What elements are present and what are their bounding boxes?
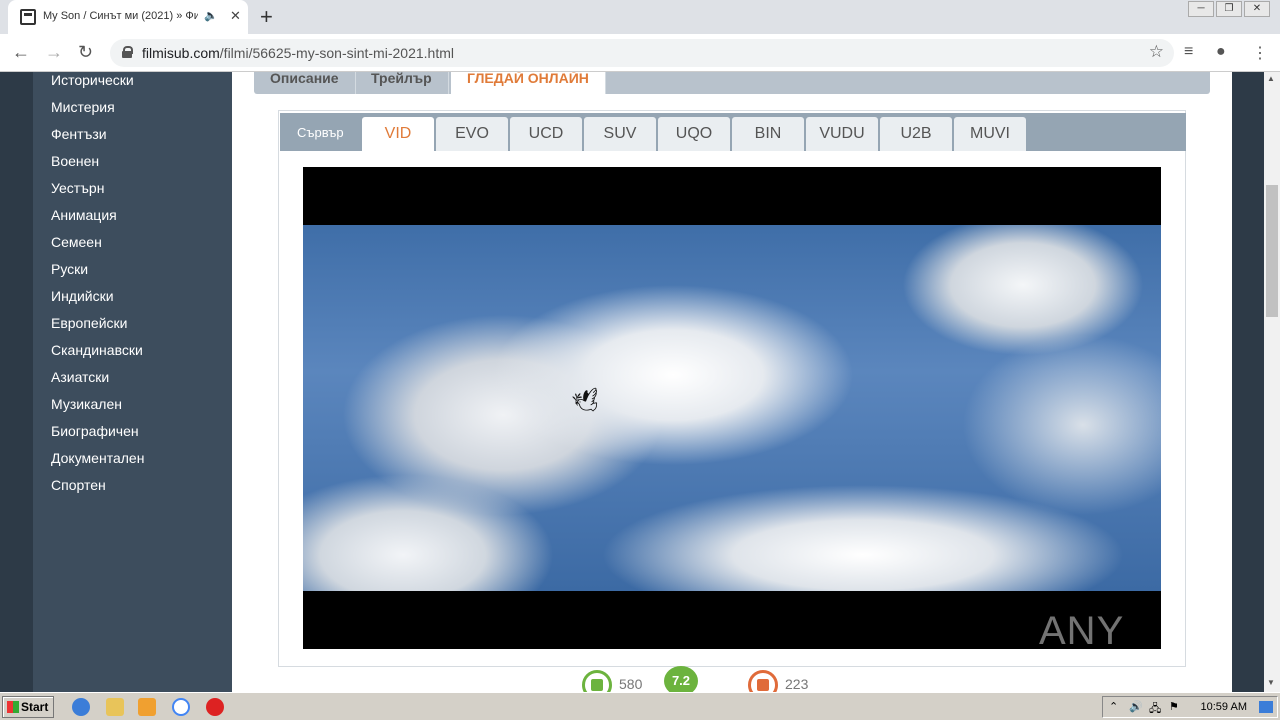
player-box: Сървър VID EVO UCD SUV UQO BIN VUDU U2B … (278, 110, 1186, 667)
genre-list: Исторически Мистерия Фентъзи Военен Уестърн А… (33, 72, 232, 504)
server-tab-bin[interactable]: BIN (732, 117, 804, 151)
server-tab-suv[interactable]: SUV (584, 117, 656, 151)
dislike-count: 223 (785, 676, 809, 692)
start-button[interactable]: Start (2, 696, 54, 718)
close-tab-icon[interactable]: ✕ (230, 8, 241, 24)
server-tab-vudu[interactable]: VUDU (806, 117, 878, 151)
genre-link[interactable]: Мистерия (51, 99, 232, 126)
url-path: /filmi/56625-my-son-sint-mi-2021.html (219, 45, 454, 61)
media-player-icon[interactable] (138, 698, 156, 716)
genre-link[interactable]: Скандинавски (51, 342, 232, 369)
browser-tab[interactable]: My Son / Синът ми (2021) » Фи 🔈 ✕ (8, 0, 248, 34)
window-controls: ─ ❐ ✕ (1186, 1, 1270, 17)
genre-link[interactable]: Исторически (51, 72, 232, 99)
url-domain: filmisub.com (142, 45, 220, 61)
volume-icon[interactable]: 🔊 (1129, 700, 1143, 713)
rating-score: 7.2 (664, 666, 698, 692)
server-label: Сървър (297, 125, 344, 140)
tab-title: My Son / Синът ми (2021) » Фи (43, 10, 198, 22)
genre-link[interactable]: Семеен (51, 234, 232, 261)
bookmark-star-icon[interactable]: ☆ (1149, 42, 1164, 62)
browser-titlebar: My Son / Синът ми (2021) » Фи 🔈 ✕ + ─ ❐ … (0, 0, 1280, 34)
scroll-up-arrow-icon[interactable]: ▲ (1267, 74, 1275, 83)
folder-icon[interactable] (106, 698, 124, 716)
url-text[interactable]: filmisub.com/filmi/56625-my-son-sint-mi-… (142, 45, 454, 61)
genre-link[interactable]: Руски (51, 261, 232, 288)
page-scrollbar[interactable]: ▲ ▼ (1264, 72, 1280, 692)
tray-expand-icon[interactable]: ⌃ (1109, 700, 1118, 713)
profile-icon[interactable]: ● (1216, 43, 1226, 61)
media-controls-icon[interactable]: ≡ (1184, 43, 1193, 61)
info-tabs: Описание Трейлър ГЛЕДАЙ ОНЛАЙН (254, 72, 1210, 94)
show-desktop-icon[interactable] (1259, 701, 1273, 713)
server-tab-muvi[interactable]: MUVI (954, 117, 1026, 151)
browser-toolbar: ← → ↻ filmisub.com/filmi/56625-my-son-si… (0, 34, 1280, 72)
genre-link[interactable]: Индийски (51, 288, 232, 315)
scroll-down-arrow-icon[interactable]: ▼ (1267, 678, 1275, 687)
system-tray: ⌃ 🔊 🖧 ⚑ 10:59 AM (1102, 696, 1278, 718)
thumbs-down-icon[interactable] (748, 670, 778, 692)
new-tab-button[interactable]: + (260, 4, 273, 30)
site-favicon-icon (20, 9, 36, 25)
lock-icon[interactable] (122, 46, 133, 58)
server-tab-ucd[interactable]: UCD (510, 117, 582, 151)
genre-link[interactable]: Европейски (51, 315, 232, 342)
web-page: Исторически Мистерия Фентъзи Военен Уестърн А… (0, 72, 1280, 692)
video-frame-sky (303, 225, 1161, 591)
server-bar: Сървър VID EVO UCD SUV UQO BIN VUDU U2B … (280, 113, 1186, 151)
windows-taskbar: Start ⌃ 🔊 🖧 ⚑ 10:59 AM (0, 692, 1280, 720)
genre-link[interactable]: Спортен (51, 477, 232, 504)
genre-link[interactable]: Военен (51, 153, 232, 180)
genre-link[interactable]: Документален (51, 450, 232, 477)
opera-icon[interactable] (206, 698, 224, 716)
restore-button[interactable]: ❐ (1216, 1, 1242, 17)
video-player[interactable]: 🕊 ANY RUN (303, 167, 1161, 649)
minimize-button[interactable]: ─ (1188, 1, 1214, 17)
close-window-button[interactable]: ✕ (1244, 1, 1270, 17)
network-icon[interactable]: 🖧 (1149, 700, 1161, 719)
genre-link[interactable]: Биографичен (51, 423, 232, 450)
server-tab-uqo[interactable]: UQO (658, 117, 730, 151)
main-content: Описание Трейлър ГЛЕДАЙ ОНЛАЙН Сървър VI… (232, 72, 1232, 692)
genre-link[interactable]: Фентъзи (51, 126, 232, 153)
anyrun-watermark: ANY RUN (1039, 609, 1124, 649)
thumbs-up-icon[interactable] (582, 670, 612, 692)
genre-link[interactable]: Анимация (51, 207, 232, 234)
tab-description[interactable]: Описание (254, 72, 356, 94)
genre-link[interactable]: Азиатски (51, 369, 232, 396)
address-bar[interactable]: filmisub.com/filmi/56625-my-son-sint-mi-… (110, 39, 1174, 67)
scroll-thumb[interactable] (1266, 185, 1278, 317)
speaker-icon[interactable]: 🔈 (204, 9, 218, 22)
back-arrow-icon[interactable]: ← (12, 42, 30, 63)
chrome-icon[interactable] (172, 698, 190, 716)
server-tab-vid[interactable]: VID (362, 117, 434, 151)
server-tab-u2b[interactable]: U2B (880, 117, 952, 151)
genre-link[interactable]: Уестърн (51, 180, 232, 207)
menu-dots-icon[interactable]: ⋮ (1252, 43, 1268, 63)
rating-bar: 580 7.2 223 (582, 666, 842, 692)
genre-sidebar: Исторически Мистерия Фентъзи Военен Уестърн А… (33, 72, 232, 692)
genre-link[interactable]: Музикален (51, 396, 232, 423)
tab-trailer[interactable]: Трейлър (355, 72, 449, 94)
flag-icon[interactable]: ⚑ (1169, 700, 1179, 713)
clock: 10:59 AM (1200, 701, 1247, 713)
like-count: 580 (619, 676, 643, 692)
forward-arrow-icon[interactable]: → (45, 42, 63, 63)
server-tab-evo[interactable]: EVO (436, 117, 508, 151)
tab-watch-online[interactable]: ГЛЕДАЙ ОНЛАЙН (451, 72, 606, 94)
ie-icon[interactable] (72, 698, 90, 716)
reload-icon[interactable]: ↻ (78, 42, 93, 63)
